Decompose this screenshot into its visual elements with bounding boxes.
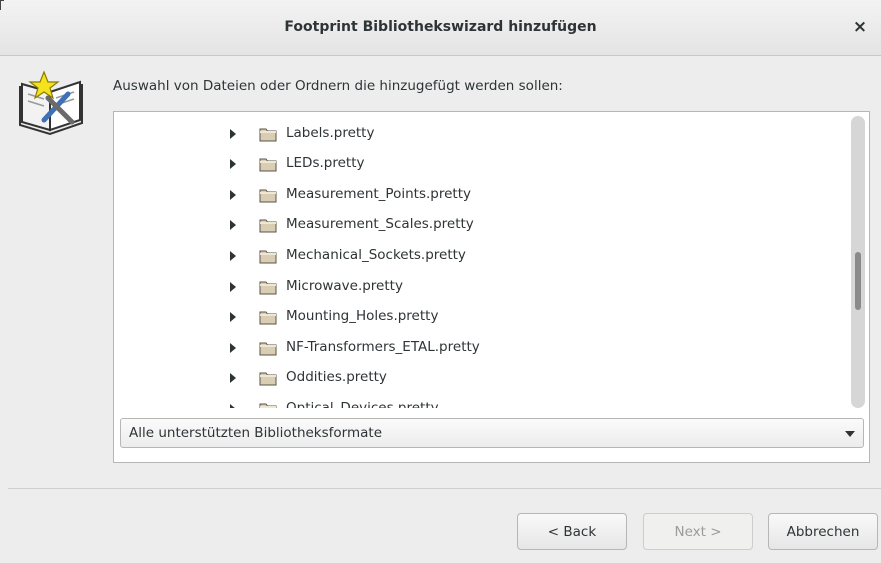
folder-icon bbox=[259, 219, 277, 233]
tree-row[interactable]: Mechanical_Sockets.pretty bbox=[114, 242, 850, 272]
vertical-scrollbar[interactable] bbox=[851, 116, 865, 408]
folder-icon bbox=[259, 250, 277, 264]
tree-row-label: NF-Transformers_ETAL.pretty bbox=[286, 339, 480, 355]
tree-row[interactable]: LEDs.pretty bbox=[114, 150, 850, 180]
tree-row[interactable]: Measurement_Points.pretty bbox=[114, 181, 850, 211]
selection-prompt: Auswahl von Dateien oder Ordnern die hin… bbox=[113, 78, 563, 94]
tree-row-label: Microwave.pretty bbox=[286, 278, 403, 294]
folder-icon bbox=[259, 189, 277, 203]
title-bar: Footprint Bibliothekswizard hinzufügen × bbox=[0, 0, 881, 56]
triangle-right-icon[interactable] bbox=[230, 251, 236, 261]
tree-row[interactable]: Labels.pretty bbox=[114, 120, 850, 150]
tree-row[interactable]: Measurement_Scales.pretty bbox=[114, 211, 850, 241]
triangle-right-icon[interactable] bbox=[230, 190, 236, 200]
tree-row-label: LEDs.pretty bbox=[286, 155, 365, 171]
triangle-right-icon[interactable] bbox=[230, 343, 236, 353]
tree-row-label: Measurement_Scales.pretty bbox=[286, 216, 474, 232]
file-type-filter-select[interactable]: Alle unterstützten Bibliotheksformate bbox=[120, 418, 864, 448]
folder-icon bbox=[259, 311, 277, 325]
folder-icon bbox=[259, 372, 277, 386]
folder-icon bbox=[259, 281, 277, 295]
tree-row[interactable]: Oddities.pretty bbox=[114, 364, 850, 394]
triangle-right-icon[interactable] bbox=[230, 282, 236, 292]
triangle-right-icon[interactable] bbox=[230, 373, 236, 383]
tree-row[interactable]: Optical_Devices.pretty bbox=[114, 395, 850, 408]
tree-row-label: Optical_Devices.pretty bbox=[286, 400, 439, 408]
next-button[interactable]: Next > bbox=[643, 513, 753, 550]
triangle-right-icon[interactable] bbox=[230, 404, 236, 408]
tree-row-label: Oddities.pretty bbox=[286, 369, 387, 385]
window-corner bbox=[0, 0, 4, 10]
tree-row[interactable]: Mounting_Holes.pretty bbox=[114, 303, 850, 333]
folder-icon bbox=[259, 128, 277, 142]
tree-row-label: Measurement_Points.pretty bbox=[286, 186, 471, 202]
file-browser-panel: Labels.pretty LEDs.pretty Measurement_Po… bbox=[113, 111, 870, 463]
folder-icon bbox=[259, 342, 277, 356]
tree-row-label: Mechanical_Sockets.pretty bbox=[286, 247, 466, 263]
filter-selected-value: Alle unterstützten Bibliotheksformate bbox=[129, 425, 382, 441]
triangle-down-icon[interactable] bbox=[845, 431, 855, 437]
folder-icon bbox=[259, 158, 277, 172]
tree-row[interactable]: Microwave.pretty bbox=[114, 273, 850, 303]
triangle-right-icon[interactable] bbox=[230, 129, 236, 139]
triangle-right-icon[interactable] bbox=[230, 312, 236, 322]
close-button[interactable]: × bbox=[849, 16, 871, 38]
triangle-right-icon[interactable] bbox=[230, 220, 236, 230]
cancel-button[interactable]: Abbrechen bbox=[768, 513, 878, 550]
scrollbar-thumb[interactable] bbox=[855, 252, 861, 310]
folder-tree[interactable]: Labels.pretty LEDs.pretty Measurement_Po… bbox=[114, 112, 850, 408]
tree-row-label: Labels.pretty bbox=[286, 125, 375, 141]
folder-icon bbox=[259, 403, 277, 408]
tree-row[interactable]: NF-Transformers_ETAL.pretty bbox=[114, 334, 850, 364]
book-wizard-icon bbox=[19, 70, 83, 136]
window-title: Footprint Bibliothekswizard hinzufügen bbox=[284, 19, 597, 35]
back-button[interactable]: < Back bbox=[517, 513, 627, 550]
button-separator bbox=[8, 488, 881, 489]
tree-row-label: Mounting_Holes.pretty bbox=[286, 308, 439, 324]
triangle-right-icon[interactable] bbox=[230, 159, 236, 169]
